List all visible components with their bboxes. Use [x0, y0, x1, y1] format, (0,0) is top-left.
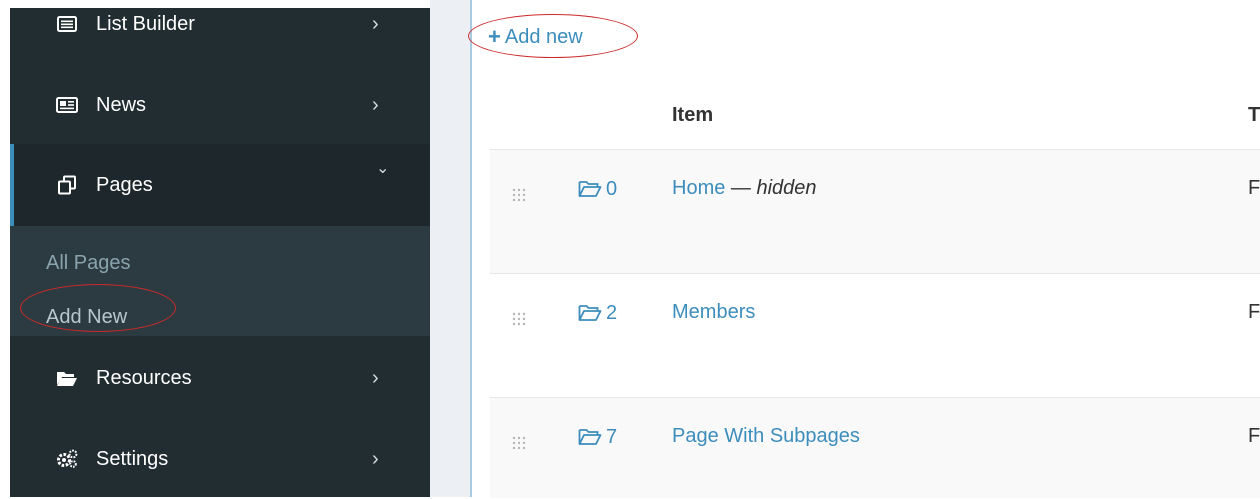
subpage-count: 7 — [606, 425, 618, 448]
subpages-link[interactable]: 2 — [578, 300, 617, 326]
page-title-link[interactable]: Members — [672, 301, 755, 324]
sidebar-item-news[interactable]: News › — [10, 65, 430, 145]
submenu-add-new[interactable]: Add New — [46, 306, 127, 329]
cogs-icon — [54, 448, 80, 470]
chevron-down-icon: ⌄ — [376, 160, 390, 177]
next-column-cell: F — [1248, 301, 1260, 323]
drag-handle-icon[interactable] — [512, 312, 526, 326]
plus-icon: + — [488, 24, 501, 49]
list-icon — [54, 13, 80, 35]
subpage-count: 2 — [606, 301, 618, 324]
status-hidden: hidden — [756, 177, 817, 199]
chevron-right-icon: › — [372, 93, 379, 116]
divider — [470, 0, 472, 497]
sidebar-item-settings[interactable]: Settings › — [10, 419, 430, 499]
sidebar-item-label: Resources — [96, 366, 192, 389]
folder-open-icon — [578, 181, 602, 197]
sidebar-item-label: List Builder — [96, 12, 195, 35]
sidebar-item-label: News — [96, 93, 147, 116]
subpages-link[interactable]: 0 — [578, 176, 617, 202]
sidebar-item-list-builder[interactable]: List Builder › — [10, 0, 430, 64]
next-column-cell: F — [1248, 177, 1260, 199]
table-row: 7 Page With Subpages F — [490, 397, 1260, 498]
page-title-link[interactable]: Page With Subpages — [672, 425, 860, 448]
pages-submenu: All Pages Add New — [10, 226, 430, 336]
copy-icon — [54, 174, 80, 196]
drag-handle-icon[interactable] — [512, 436, 526, 450]
newspaper-icon — [54, 94, 80, 116]
page-title-link[interactable]: Home — hidden — [672, 177, 817, 200]
column-header-item: Item — [672, 104, 714, 126]
sidebar-item-pages[interactable]: Pages ⌄ — [10, 144, 430, 226]
sidebar-item-resources[interactable]: Resources › — [10, 338, 430, 418]
submenu-all-pages[interactable]: All Pages — [46, 252, 131, 275]
table-row: 2 Members F — [490, 273, 1260, 398]
column-header-next: T — [1248, 104, 1260, 126]
chevron-right-icon: › — [372, 447, 379, 470]
sidebar-item-label: Pages — [96, 173, 153, 196]
table-row: 0 Home — hidden F — [490, 149, 1260, 274]
add-new-label: Add new — [504, 25, 583, 48]
add-new-button[interactable]: + Add new — [488, 24, 583, 50]
chevron-right-icon: › — [372, 12, 379, 35]
subpages-link[interactable]: 7 — [578, 424, 617, 450]
chevron-right-icon: › — [372, 366, 379, 389]
separator: — — [730, 177, 751, 199]
folder-open-icon — [578, 429, 602, 445]
subpage-count: 0 — [606, 177, 618, 200]
drag-handle-icon[interactable] — [512, 188, 526, 202]
sidebar: List Builder › News › Pages ⌄ All Pages … — [10, 8, 430, 497]
folder-open-icon — [54, 367, 80, 389]
folder-open-icon — [578, 305, 602, 321]
page-title: Home — [672, 177, 726, 199]
next-column-cell: F — [1248, 425, 1260, 447]
sidebar-item-label: Settings — [96, 447, 169, 470]
content-gutter — [430, 0, 470, 497]
